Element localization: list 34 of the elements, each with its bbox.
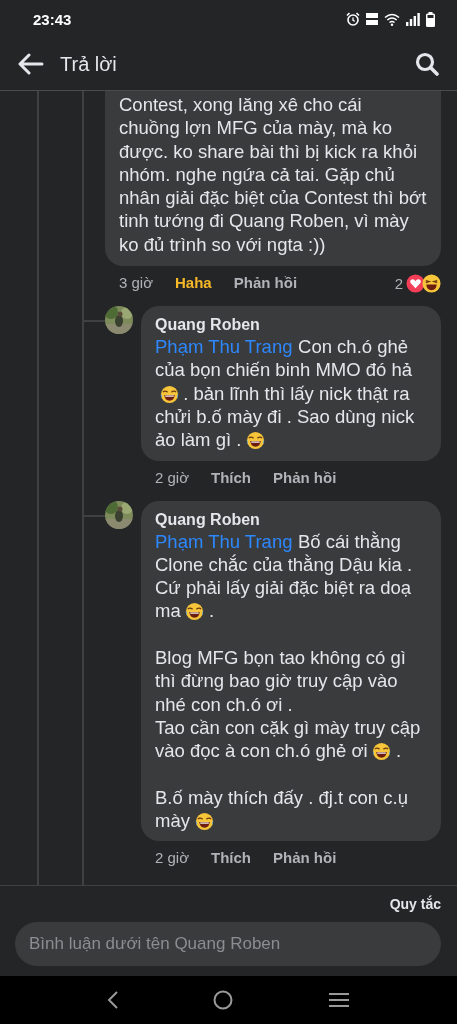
laughing-face-icon — [246, 431, 265, 451]
reply-button[interactable]: Phản hồi — [273, 849, 337, 867]
laughing-face-icon — [422, 273, 441, 293]
signal-icon — [406, 12, 420, 26]
page-title: Trả lời — [60, 52, 117, 76]
status-time: 23:43 — [33, 10, 72, 28]
reply-button[interactable]: Phản hồi — [233, 274, 298, 292]
reply-button[interactable]: Phản hồi — [273, 468, 337, 486]
author-name[interactable]: Quang Roben — [155, 508, 427, 530]
comment-text: B.ố mày thích đấy . đj.t con c.ụ mày — [155, 785, 409, 833]
alarm-icon — [346, 12, 360, 26]
back-nav-icon[interactable] — [107, 991, 120, 1009]
wifi-icon — [384, 12, 400, 26]
rules-link[interactable]: Quy tắc — [389, 896, 441, 912]
timestamp: 2 giờ — [155, 468, 190, 486]
comment-text: Phạm Thu Trang Con ch.ó ghẻ của bọn chiến binh MMO đó hả . bản lĩnh thì lấy nick thật ra chửi b.ố mày đi . Sao dùng nick ảo làm gì . — [155, 335, 416, 452]
home-nav-icon[interactable] — [213, 990, 234, 1010]
comment-text: Contest, xong lăng xê cho cái chuồng lợn MFG của mày, mà ko được. ko share bài thì bị kick ra khỏi nhóm. nghe ngứa cả tai. Gặp chủ nhân giải đặc biệt của Contest thì bớt tinh tướng đi Quang Roben, vì mày ko đủ trình so với ngta :)) — [119, 93, 427, 257]
laughing-face-icon — [159, 384, 179, 404]
reaction-count: 2 — [394, 274, 403, 292]
laughing-face-icon — [372, 742, 392, 762]
laughing-face-icon — [185, 602, 205, 622]
author-name[interactable]: Quang Roben — [155, 314, 427, 336]
reaction-button[interactable]: Thích — [211, 849, 252, 867]
comment-text: Phạm Thu Trang Bố cái thằng Clone chắc của thằng Dậu kia . Cứ phải lấy giải đặc biệt ra doạ ma . — [155, 529, 414, 623]
reaction-button[interactable]: Haha — [175, 274, 212, 292]
comment-input[interactable]: Bình luận dưới tên Quang Roben — [15, 922, 441, 966]
battery-icon — [426, 11, 435, 27]
reaction-button[interactable]: Thích — [211, 468, 252, 486]
timestamp: 2 giờ — [155, 849, 190, 867]
comment-text: Blog MFG bọn tao không có gì thì đừng bao giờ truy cập vào nhé con ch.ó ơi . Tao cần con cặk gì mày truy cập vào đọc à con ch.ó ghẻ ơi . — [155, 646, 422, 763]
laughing-face-icon — [194, 812, 214, 832]
menu-nav-icon[interactable] — [327, 992, 350, 1008]
timestamp: 3 giờ — [119, 274, 154, 292]
